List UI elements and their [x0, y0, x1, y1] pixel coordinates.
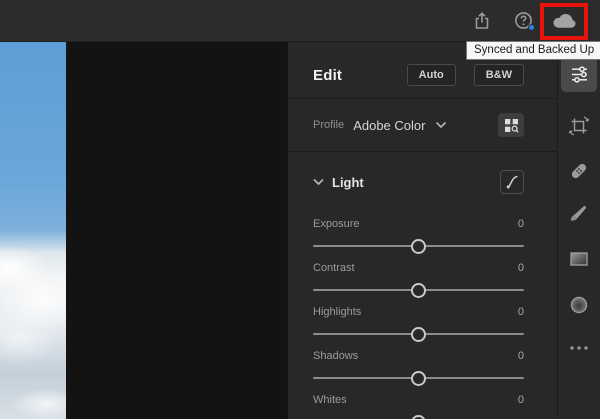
- healing-bandaid-icon: [568, 160, 590, 182]
- profile-browse-icon: [504, 118, 519, 133]
- slider-contrast: Contrast 0: [313, 261, 524, 298]
- more-options-icon: [567, 343, 591, 353]
- topbar: [0, 0, 600, 42]
- canvas-background: [66, 42, 287, 419]
- slider-knob[interactable]: [411, 415, 426, 419]
- more-options-button[interactable]: [567, 343, 591, 353]
- tool-healing[interactable]: [568, 160, 590, 182]
- profile-row: Profile Adobe Color: [313, 99, 524, 151]
- tool-rail: [557, 42, 600, 419]
- slider-label: Highlights: [313, 306, 361, 318]
- cloud-sync-button[interactable]: [551, 12, 578, 31]
- edit-panel-header: Edit Auto B&W: [313, 64, 524, 86]
- tone-curve-button[interactable]: [500, 170, 524, 194]
- linear-gradient-icon: [567, 247, 591, 271]
- panel-title: Edit: [313, 67, 342, 84]
- chevron-down-icon: [313, 178, 324, 186]
- slider-value: 0: [518, 306, 524, 318]
- profile-dropdown[interactable]: Adobe Color: [353, 118, 447, 133]
- slider-track[interactable]: [313, 326, 524, 342]
- share-button[interactable]: [472, 11, 492, 31]
- cloud-sync-icon: [551, 12, 578, 31]
- chevron-down-icon: [435, 121, 447, 129]
- profile-browse-button[interactable]: [498, 113, 524, 137]
- photo-thumbnail-sky[interactable]: [0, 42, 66, 419]
- slider-knob[interactable]: [411, 239, 426, 254]
- tool-crop[interactable]: [568, 115, 590, 137]
- brush-icon: [568, 202, 590, 224]
- tool-linear-gradient[interactable]: [567, 247, 591, 271]
- slider-track[interactable]: [313, 414, 524, 419]
- divider: [288, 151, 557, 152]
- slider-knob[interactable]: [411, 327, 426, 342]
- slider-shadows: Shadows 0: [313, 349, 524, 386]
- light-sliders: Exposure 0 Contrast 0: [313, 217, 524, 419]
- light-section-title: Light: [332, 175, 364, 190]
- slider-track[interactable]: [313, 238, 524, 254]
- slider-whites: Whites 0: [313, 393, 524, 419]
- slider-value: 0: [518, 218, 524, 230]
- profile-value: Adobe Color: [353, 118, 425, 133]
- help-button[interactable]: [513, 10, 534, 31]
- help-notification-dot: [528, 24, 535, 31]
- lightroom-window: Synced and Backed Up Edit Auto B&W Profi…: [0, 0, 600, 419]
- bw-button[interactable]: B&W: [474, 64, 524, 86]
- slider-highlights: Highlights 0: [313, 305, 524, 342]
- radial-gradient-icon: [567, 293, 591, 317]
- slider-track[interactable]: [313, 282, 524, 298]
- slider-value: 0: [518, 394, 524, 406]
- main-content: Edit Auto B&W Profile Adobe Color: [0, 42, 600, 419]
- auto-button[interactable]: Auto: [407, 64, 456, 86]
- slider-exposure: Exposure 0: [313, 217, 524, 254]
- tool-edit[interactable]: [561, 57, 597, 92]
- slider-knob[interactable]: [411, 283, 426, 298]
- sync-tooltip: Synced and Backed Up: [466, 41, 600, 60]
- edit-sliders-icon: [570, 65, 589, 84]
- share-icon: [472, 11, 492, 31]
- slider-value: 0: [518, 350, 524, 362]
- slider-label: Whites: [313, 394, 347, 406]
- profile-label: Profile: [313, 119, 344, 131]
- slider-track[interactable]: [313, 370, 524, 386]
- cloud-sync-highlight-box: [540, 3, 588, 40]
- tool-radial-gradient[interactable]: [567, 293, 591, 317]
- slider-knob[interactable]: [411, 371, 426, 386]
- edit-panel: Edit Auto B&W Profile Adobe Color: [287, 42, 557, 419]
- slider-value: 0: [518, 262, 524, 274]
- tone-curve-icon: [504, 174, 520, 190]
- slider-label: Shadows: [313, 350, 358, 362]
- tool-brush[interactable]: [568, 202, 590, 224]
- slider-label: Exposure: [313, 218, 359, 230]
- slider-label: Contrast: [313, 262, 355, 274]
- light-section-header[interactable]: Light: [313, 170, 524, 194]
- crop-rotate-icon: [568, 115, 590, 137]
